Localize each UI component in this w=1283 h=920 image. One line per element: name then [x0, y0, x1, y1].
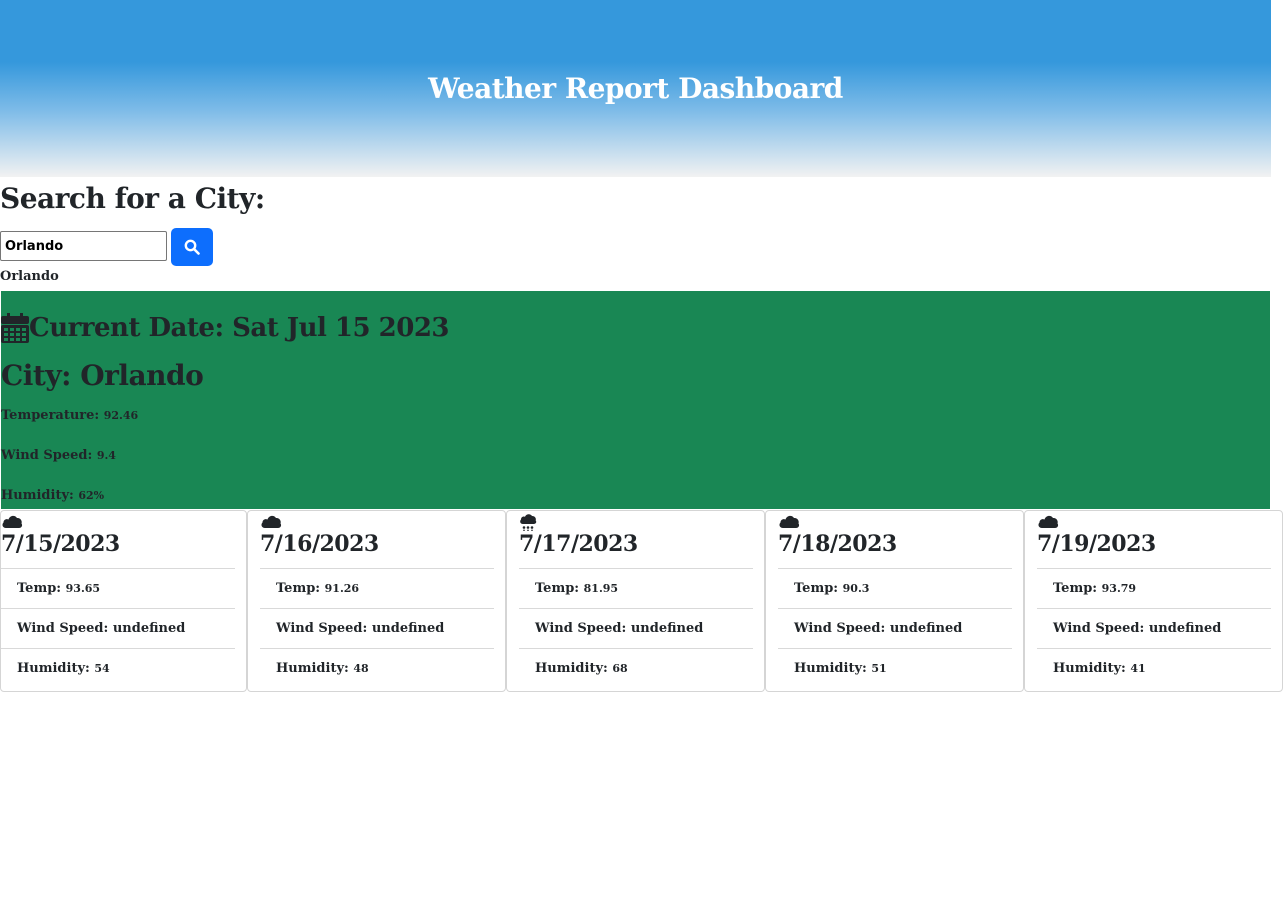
forecast-details: Temp: 90.3 Wind Speed: undefined Humidit… [778, 568, 1012, 688]
humidity-label: Humidity: [17, 661, 90, 676]
cloud-icon [261, 515, 282, 528]
wind-value: undefined [371, 621, 445, 636]
wind-value: undefined [112, 621, 186, 636]
cloud-icon [779, 515, 800, 528]
humidity-label: Humidity: [276, 661, 349, 676]
search-heading: Search for a City: [0, 182, 265, 215]
page-header: Weather Report Dashboard [0, 0, 1271, 177]
current-weather-panel: Current Date: Sat Jul 15 2023 City: Orla… [1, 291, 1270, 509]
forecast-date: 7/18/2023 [778, 531, 897, 557]
temp-value: 90.3 [842, 582, 870, 595]
forecast-temp: Temp: 93.79 [1037, 568, 1271, 608]
wind-label: Wind Speed: [17, 621, 109, 636]
wind-label: Wind Speed: [794, 621, 886, 636]
current-wind-speed: Wind Speed: 9.4 [1, 448, 116, 463]
forecast-humidity: Humidity: 54 [1, 648, 235, 688]
wind-label: Wind Speed: [535, 621, 627, 636]
forecast-wind: Wind Speed: undefined [260, 608, 494, 648]
forecast-wind: Wind Speed: undefined [1037, 608, 1271, 648]
temp-label: Temp: [276, 581, 321, 596]
wind-speed-label: Wind Speed: [1, 448, 93, 463]
forecast-card: 7/15/2023 Temp: 93.65 Wind Speed: undefi… [0, 510, 247, 692]
temp-label: Temp: [794, 581, 839, 596]
humidity-label: Humidity: [1, 488, 74, 503]
wind-label: Wind Speed: [1053, 621, 1145, 636]
current-city: City: Orlando [1, 359, 204, 392]
temperature-label: Temperature: [1, 408, 100, 423]
forecast-temp: Temp: 81.95 [519, 568, 753, 608]
temp-value: 81.95 [583, 582, 619, 595]
forecast-card: 7/17/2023 Temp: 81.95 Wind Speed: undefi… [506, 510, 765, 692]
forecast-humidity: Humidity: 51 [778, 648, 1012, 688]
forecast-date: 7/17/2023 [519, 531, 638, 557]
forecast-details: Temp: 91.26 Wind Speed: undefined Humidi… [260, 568, 494, 688]
forecast-wind: Wind Speed: undefined [778, 608, 1012, 648]
forecast-humidity: Humidity: 41 [1037, 648, 1271, 688]
humidity-value: 62% [78, 489, 105, 502]
forecast-date: 7/15/2023 [1, 531, 120, 557]
forecast-temp: Temp: 90.3 [778, 568, 1012, 608]
forecast-temp: Temp: 91.26 [260, 568, 494, 608]
calendar-icon [1, 313, 29, 343]
forecast-details: Temp: 93.79 Wind Speed: undefined Humidi… [1037, 568, 1271, 688]
humidity-value: 54 [94, 662, 110, 675]
forecast-card: 7/16/2023 Temp: 91.26 Wind Speed: undefi… [247, 510, 506, 692]
cloud-rain-icon [520, 514, 537, 531]
forecast-details: Temp: 93.65 Wind Speed: undefined Humidi… [1, 568, 235, 688]
forecast-details: Temp: 81.95 Wind Speed: undefined Humidi… [519, 568, 753, 688]
temp-label: Temp: [535, 581, 580, 596]
forecast-wind: Wind Speed: undefined [519, 608, 753, 648]
humidity-value: 48 [353, 662, 369, 675]
forecast-card: 7/18/2023 Temp: 90.3 Wind Speed: undefin… [765, 510, 1024, 692]
humidity-value: 68 [612, 662, 628, 675]
current-date: Current Date: Sat Jul 15 2023 [29, 313, 450, 343]
wind-label: Wind Speed: [276, 621, 368, 636]
city-search-input[interactable] [0, 231, 167, 261]
temperature-value: 92.46 [103, 409, 139, 422]
humidity-label: Humidity: [535, 661, 608, 676]
current-date-row: Current Date: Sat Jul 15 2023 [1, 313, 450, 343]
forecast-card: 7/19/2023 Temp: 93.79 Wind Speed: undefi… [1024, 510, 1283, 692]
temp-label: Temp: [1053, 581, 1098, 596]
forecast-humidity: Humidity: 68 [519, 648, 753, 688]
wind-value: undefined [889, 621, 963, 636]
current-humidity: Humidity: 62% [1, 488, 104, 503]
humidity-label: Humidity: [1053, 661, 1126, 676]
temp-label: Temp: [17, 581, 62, 596]
cloud-icon [1038, 515, 1059, 528]
page-title: Weather Report Dashboard [428, 72, 843, 105]
cloud-icon [2, 515, 23, 528]
temp-value: 93.65 [65, 582, 101, 595]
wind-value: undefined [630, 621, 704, 636]
temp-value: 91.26 [324, 582, 360, 595]
wind-value: undefined [1148, 621, 1222, 636]
humidity-value: 41 [1130, 662, 1146, 675]
current-temperature: Temperature: 92.46 [1, 408, 138, 423]
forecast-temp: Temp: 93.65 [1, 568, 235, 608]
forecast-wind: Wind Speed: undefined [1, 608, 235, 648]
wind-speed-value: 9.4 [96, 449, 116, 462]
search-button[interactable] [171, 228, 213, 266]
search-icon [184, 239, 200, 255]
forecast-humidity: Humidity: 48 [260, 648, 494, 688]
humidity-label: Humidity: [794, 661, 867, 676]
forecast-date: 7/16/2023 [260, 531, 379, 557]
humidity-value: 51 [871, 662, 887, 675]
temp-value: 93.79 [1101, 582, 1137, 595]
search-history-item[interactable]: Orlando [0, 269, 59, 284]
forecast-date: 7/19/2023 [1037, 531, 1156, 557]
